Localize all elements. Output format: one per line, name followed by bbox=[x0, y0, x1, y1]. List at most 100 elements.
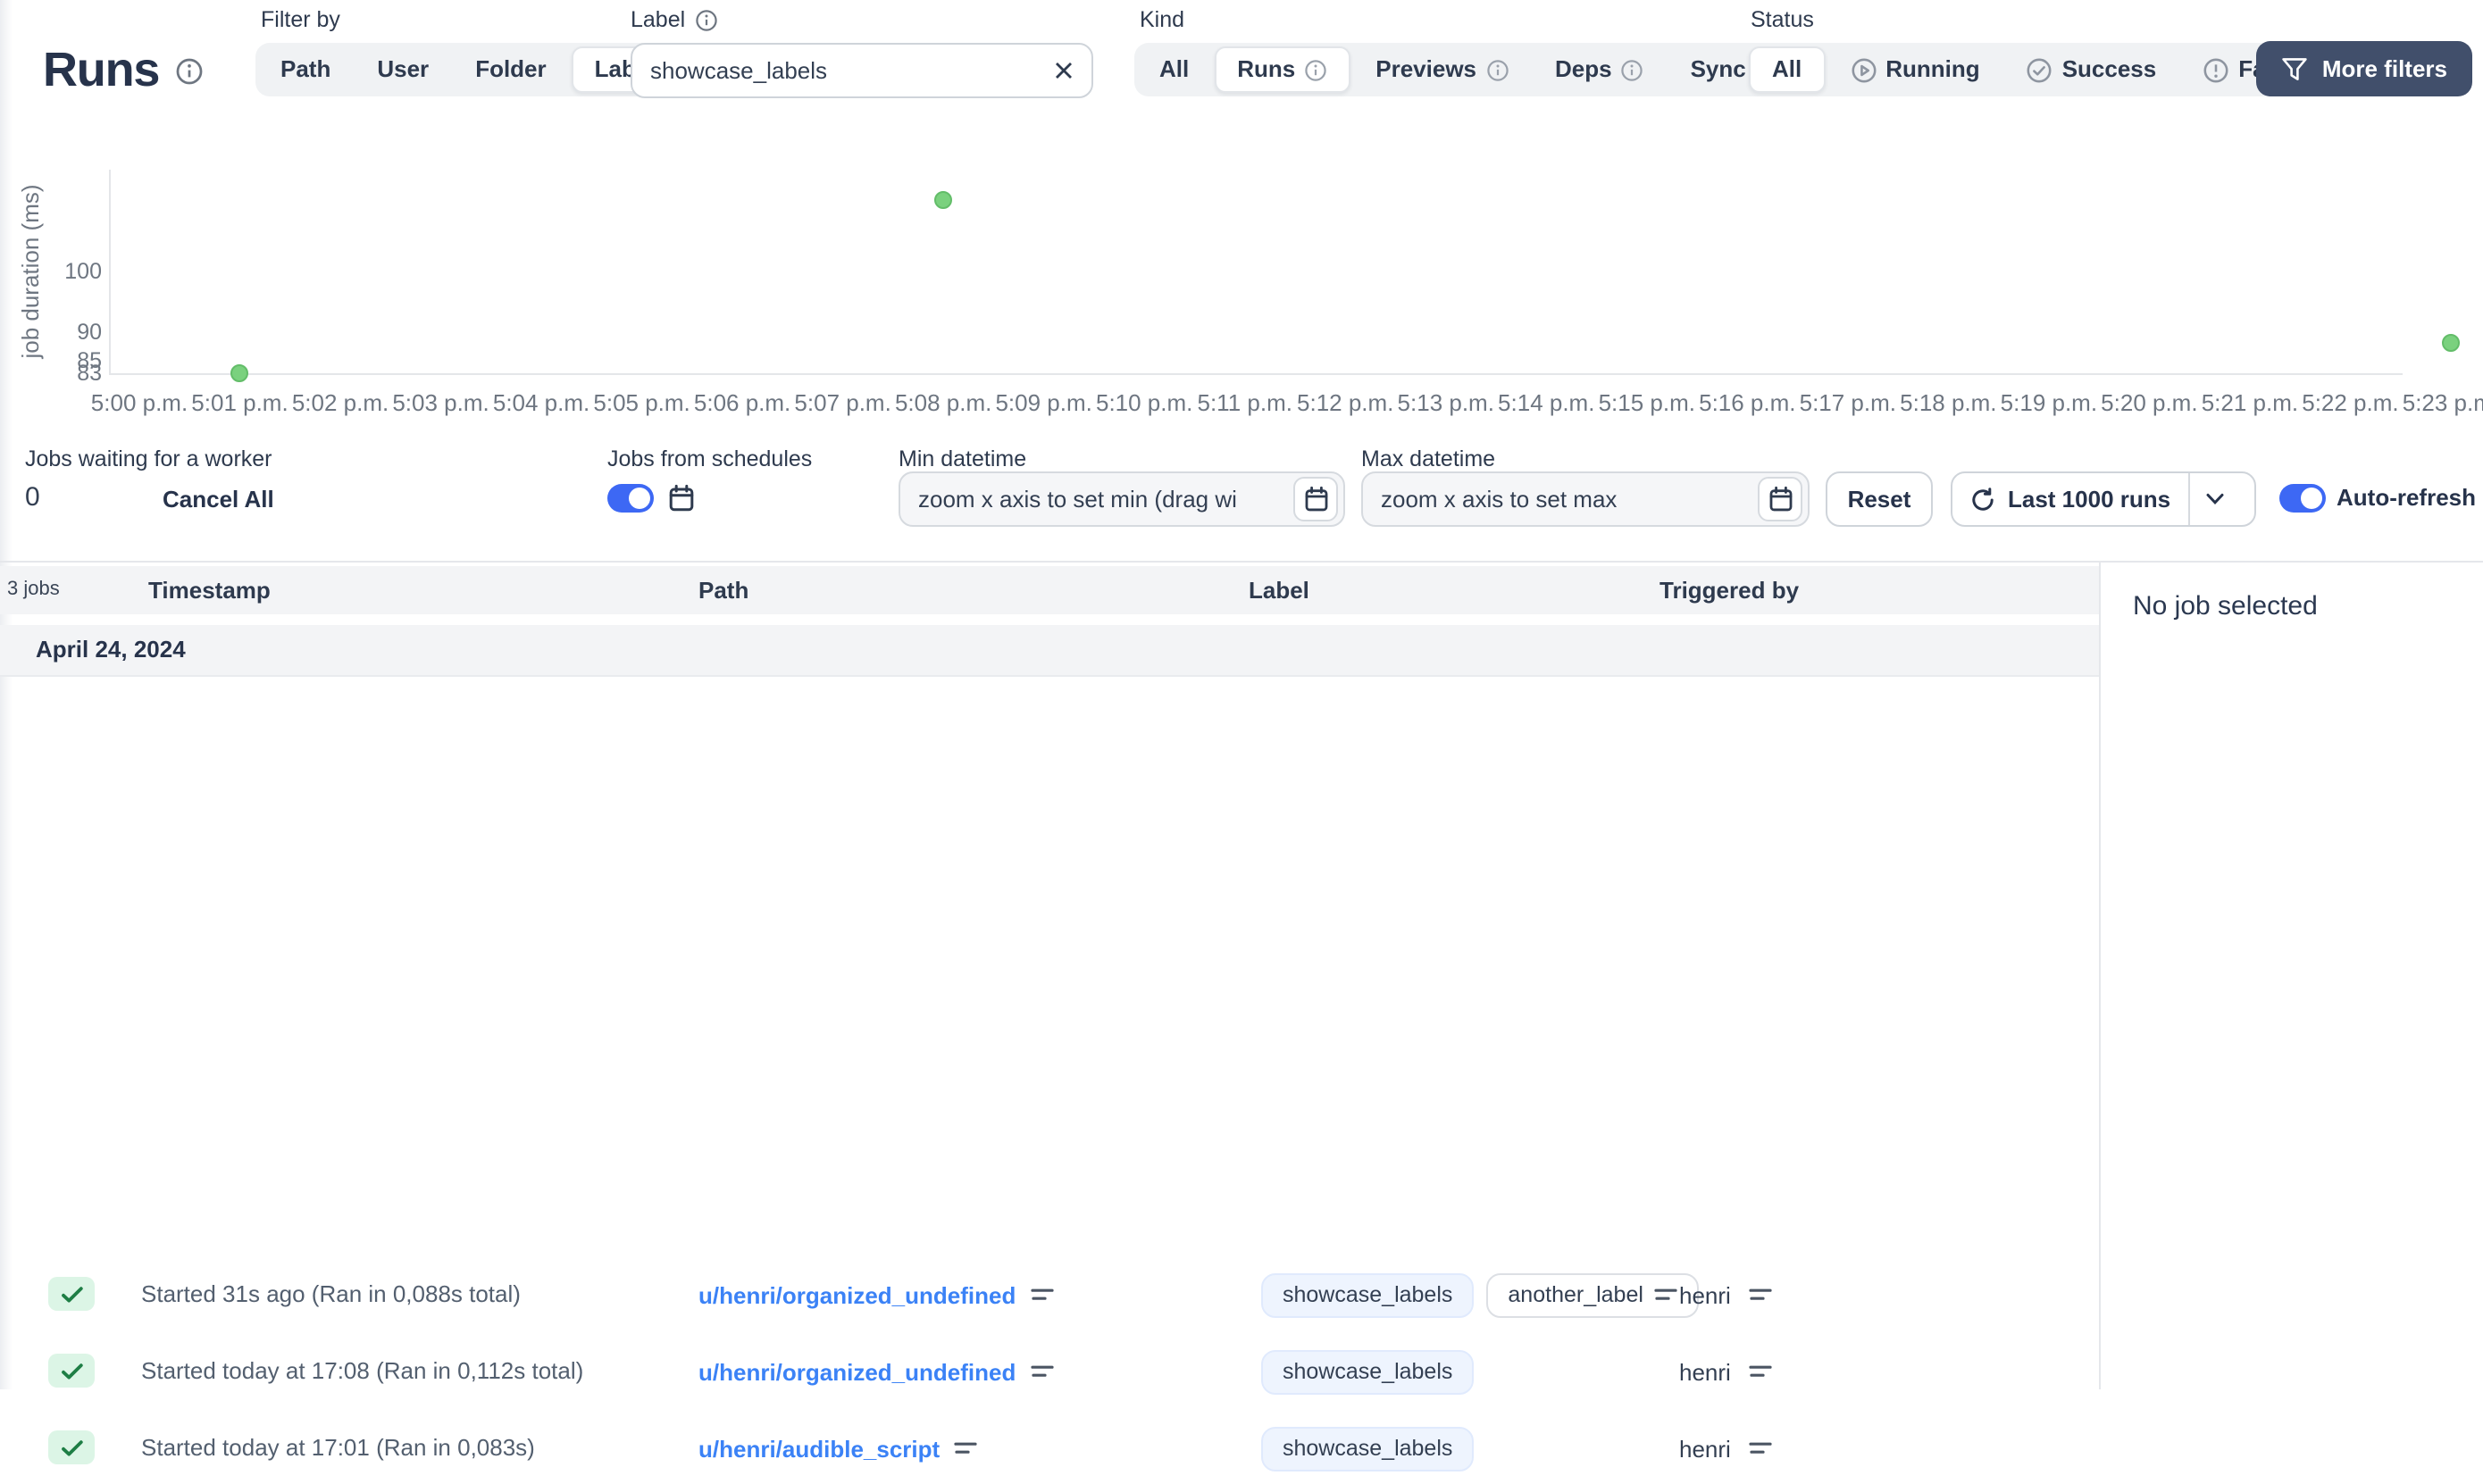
funnel-icon bbox=[2282, 57, 2307, 79]
kind-group: All Runs Previews Deps Sync bbox=[1134, 43, 1803, 96]
kind-label: Kind bbox=[1140, 7, 1185, 32]
path-filter-icon[interactable] bbox=[1030, 1363, 1053, 1380]
kind-runs[interactable]: Runs bbox=[1214, 46, 1351, 93]
run-path-link[interactable]: u/henri/audible_script bbox=[698, 1435, 940, 1462]
label-search-input[interactable]: showcase_labels bbox=[631, 43, 1093, 98]
run-path-cell: u/henri/organized_undefined bbox=[698, 1259, 1053, 1330]
triggered-by-user: henri bbox=[1679, 1435, 1731, 1462]
run-timestamp: Started today at 17:08 (Ran in 0,112s to… bbox=[141, 1357, 584, 1384]
info-icon[interactable] bbox=[694, 8, 717, 31]
run-path-cell: u/henri/audible_script bbox=[698, 1413, 977, 1484]
cancel-all-button[interactable]: Cancel All bbox=[152, 484, 285, 514]
success-status-icon bbox=[48, 1430, 95, 1464]
x-tick-label: 5:23 p.m. bbox=[2402, 389, 2483, 416]
x-tick-label: 5:17 p.m. bbox=[1799, 389, 1897, 416]
kind-previews[interactable]: Previews bbox=[1354, 46, 1530, 93]
x-tick-label: 5:14 p.m. bbox=[1498, 389, 1595, 416]
runs-page: Runs Filter by Path User Folder Label La… bbox=[0, 0, 2483, 1471]
kind-deps[interactable]: Deps bbox=[1534, 46, 1666, 93]
no-job-selected-text: No job selected bbox=[2133, 591, 2318, 621]
x-tick-label: 5:16 p.m. bbox=[1699, 389, 1796, 416]
table-row[interactable]: Started today at 17:01 (Ran in 0,083s) u… bbox=[0, 1413, 2099, 1484]
jobs-count: 3 jobs bbox=[7, 579, 60, 600]
jobs-from-schedules-label: Jobs from schedules bbox=[607, 446, 813, 471]
x-tick-label: 5:10 p.m. bbox=[1095, 389, 1193, 416]
last-runs-dropdown[interactable] bbox=[2188, 473, 2240, 525]
clear-icon[interactable] bbox=[1054, 61, 1074, 80]
info-icon[interactable] bbox=[1304, 58, 1327, 81]
filter-by-path[interactable]: Path bbox=[259, 46, 352, 93]
date-group-header: April 24, 2024 bbox=[0, 625, 2099, 677]
run-triggered-cell: henri bbox=[1679, 1413, 1772, 1484]
run-path-cell: u/henri/organized_undefined bbox=[698, 1336, 1053, 1407]
run-path-link[interactable]: u/henri/organized_undefined bbox=[698, 1358, 1016, 1385]
user-filter-icon[interactable] bbox=[1749, 1363, 1772, 1380]
status-label: Status bbox=[1751, 7, 1814, 32]
reset-button[interactable]: Reset bbox=[1826, 471, 1933, 527]
filter-by-folder[interactable]: Folder bbox=[454, 46, 567, 93]
x-tick-label: 5:02 p.m. bbox=[291, 389, 389, 416]
check-circle-icon bbox=[2027, 57, 2052, 82]
play-circle-icon bbox=[1851, 57, 1876, 82]
jobs-waiting-count: 0 bbox=[25, 482, 40, 513]
status-success[interactable]: Success bbox=[2005, 46, 2178, 93]
run-data-point[interactable] bbox=[230, 364, 249, 382]
filter-by-user[interactable]: User bbox=[355, 46, 450, 93]
label-field-label: Label bbox=[631, 7, 717, 32]
x-tick-label: 5:08 p.m. bbox=[894, 389, 992, 416]
path-filter-icon[interactable] bbox=[954, 1439, 977, 1457]
x-tick-label: 5:11 p.m. bbox=[1197, 389, 1292, 416]
min-datetime-input[interactable]: zoom x axis to set min (drag wi bbox=[899, 471, 1345, 527]
page-title-wrap: Runs bbox=[43, 43, 204, 98]
x-tick-label: 5:09 p.m. bbox=[995, 389, 1092, 416]
y-tick-label: 83 bbox=[77, 361, 102, 386]
status-running[interactable]: Running bbox=[1828, 46, 2001, 93]
run-data-point[interactable] bbox=[934, 190, 953, 209]
col-label: Label bbox=[1249, 577, 1309, 604]
user-filter-icon[interactable] bbox=[1749, 1439, 1772, 1457]
info-icon[interactable] bbox=[175, 56, 204, 85]
info-icon[interactable] bbox=[1485, 58, 1509, 81]
run-labels-cell: showcase_labels another_label bbox=[1261, 1259, 1699, 1330]
calendar-icon[interactable] bbox=[1293, 477, 1338, 521]
kind-all[interactable]: All bbox=[1138, 46, 1210, 93]
triggered-by-user: henri bbox=[1679, 1281, 1731, 1308]
y-tick-label: 90 bbox=[77, 319, 102, 345]
x-tick-label: 5:05 p.m. bbox=[593, 389, 690, 416]
label-badge[interactable]: showcase_labels bbox=[1261, 1272, 1475, 1317]
user-filter-icon[interactable] bbox=[1749, 1286, 1772, 1304]
label-badge[interactable]: another_label bbox=[1486, 1272, 1699, 1317]
label-filter-icon[interactable] bbox=[1654, 1286, 1677, 1304]
path-filter-icon[interactable] bbox=[1030, 1286, 1053, 1304]
x-tick-label: 5:20 p.m. bbox=[2101, 389, 2198, 416]
run-data-point[interactable] bbox=[2441, 334, 2460, 353]
x-tick-label: 5:21 p.m. bbox=[2201, 389, 2299, 416]
more-filters-button[interactable]: More filters bbox=[2255, 41, 2472, 96]
jobs-from-schedules-toggle[interactable] bbox=[607, 484, 654, 513]
chart-x-axis bbox=[109, 373, 2403, 375]
run-triggered-cell: henri bbox=[1679, 1336, 1772, 1407]
x-tick-label: 5:19 p.m. bbox=[2000, 389, 2098, 416]
info-icon[interactable] bbox=[1621, 58, 1644, 81]
x-tick-label: 5:22 p.m. bbox=[2302, 389, 2399, 416]
success-status-icon bbox=[48, 1277, 95, 1311]
run-path-link[interactable]: u/henri/organized_undefined bbox=[698, 1281, 1016, 1308]
label-badge[interactable]: showcase_labels bbox=[1261, 1426, 1475, 1471]
max-datetime-input[interactable]: zoom x axis to set max bbox=[1361, 471, 1810, 527]
x-tick-label: 5:06 p.m. bbox=[693, 389, 791, 416]
runs-duration-chart[interactable]: job duration (ms) 100 90 85 83 5:00 p.m. 5:0… bbox=[0, 125, 2483, 436]
success-status-icon bbox=[48, 1354, 95, 1388]
chart-y-axis bbox=[109, 170, 111, 373]
table-row[interactable]: Started 31s ago (Ran in 0,088s total) u/… bbox=[0, 1259, 2099, 1330]
status-all[interactable]: All bbox=[1749, 46, 1826, 93]
table-row[interactable]: Started today at 17:08 (Ran in 0,112s to… bbox=[0, 1336, 2099, 1407]
y-tick-label: 100 bbox=[64, 258, 102, 284]
table-header: 3 jobs Timestamp Path Label Triggered by bbox=[0, 566, 2099, 614]
run-labels-cell: showcase_labels bbox=[1261, 1336, 1475, 1407]
jobs-waiting-label: Jobs waiting for a worker bbox=[25, 446, 272, 471]
auto-refresh-toggle[interactable] bbox=[2279, 484, 2326, 513]
last-runs-button[interactable]: Last 1000 runs bbox=[1951, 471, 2256, 527]
label-badge[interactable]: showcase_labels bbox=[1261, 1349, 1475, 1394]
calendar-icon[interactable] bbox=[1758, 477, 1802, 521]
schedule-calendar-icon[interactable] bbox=[668, 484, 695, 513]
